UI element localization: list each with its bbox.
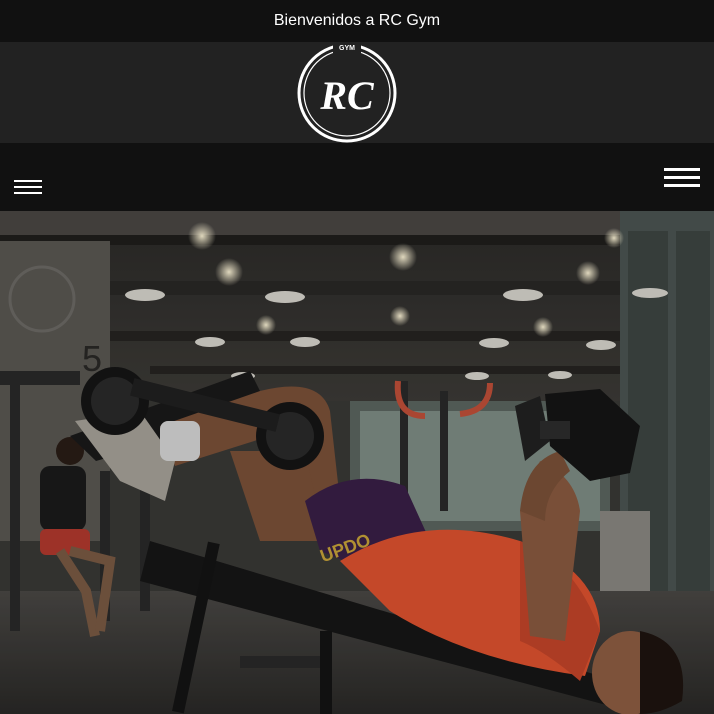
hamburger-icon — [664, 168, 700, 187]
logo-initials: RC — [319, 73, 375, 118]
brand-header: GYM RC — [0, 41, 714, 143]
rc-gym-logo[interactable]: GYM RC — [295, 41, 399, 143]
announcement-bar: Bienvenidos a RC Gym — [0, 0, 714, 42]
hero-image: 5 UPDO — [0, 211, 714, 714]
logo-gym-text: GYM — [339, 45, 355, 52]
announcement-text: Bienvenidos a RC Gym — [273, 12, 441, 29]
gym-weightlifting-photo: 5 UPDO — [0, 211, 714, 714]
navigation-bar — [0, 143, 714, 211]
hamburger-icon — [14, 180, 42, 194]
menu-toggle-right[interactable] — [662, 165, 702, 193]
menu-toggle-left[interactable] — [12, 176, 44, 198]
